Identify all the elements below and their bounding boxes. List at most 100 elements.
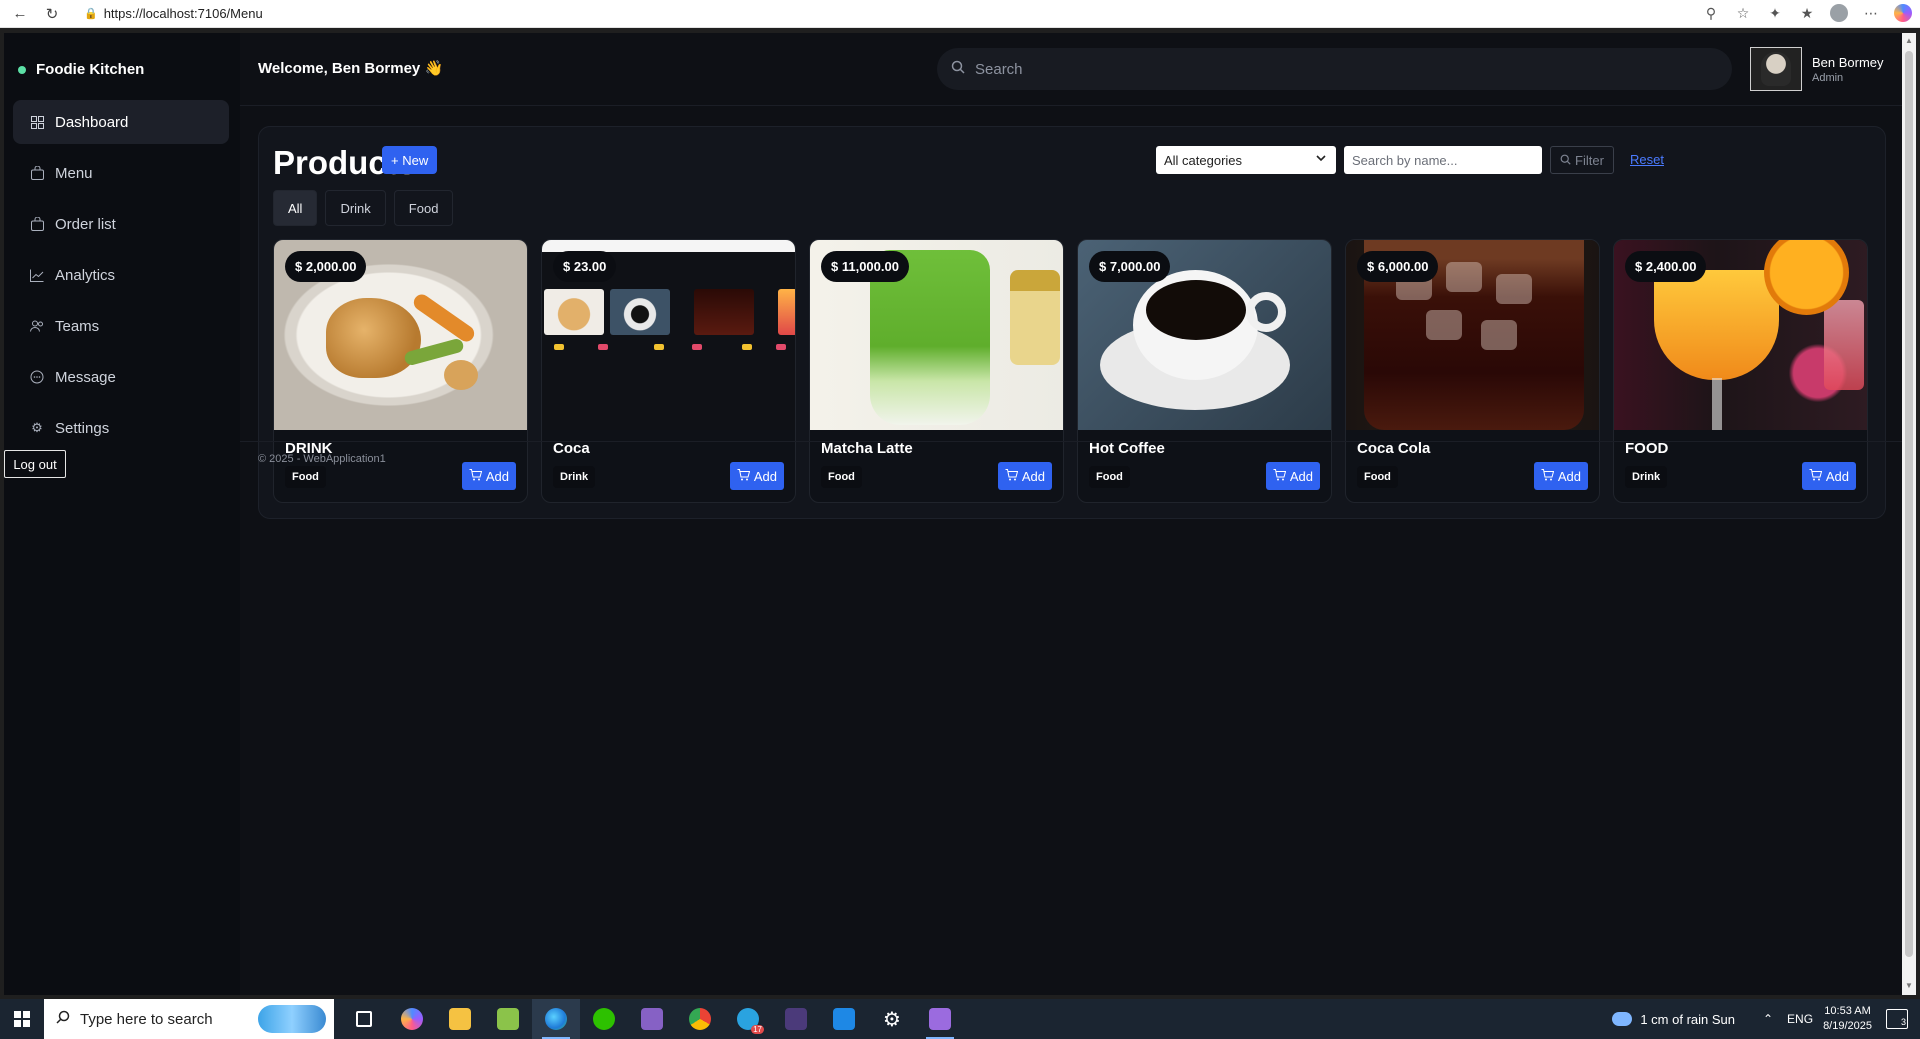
- name-search-input[interactable]: [1344, 146, 1542, 174]
- sidebar-item-label: Analytics: [55, 266, 116, 284]
- price-badge: $ 23.00: [553, 251, 617, 282]
- weather-text: 1 cm of rain Sun: [1640, 1011, 1735, 1027]
- search-icon: [951, 60, 965, 78]
- edge-browser-icon[interactable]: [532, 999, 580, 1039]
- user-role: Admin: [1812, 71, 1844, 84]
- sidebar-item-menu[interactable]: Menu: [13, 151, 229, 195]
- product-card[interactable]: $ 11,000.00 Matcha Latte Food Add: [809, 239, 1064, 503]
- notification-count: 3: [1900, 1017, 1906, 1027]
- sidebar-item-label: Teams: [55, 317, 100, 335]
- tray-chevron-icon[interactable]: ⌃: [1763, 1012, 1773, 1026]
- sidebar-item-message[interactable]: Message: [13, 355, 229, 399]
- terminal-icon[interactable]: [772, 999, 820, 1039]
- weather-widget[interactable]: 1 cm of rain Sun: [1612, 1012, 1735, 1027]
- product-card[interactable]: $ 23.00 Coca Drink Add: [541, 239, 796, 503]
- brand[interactable]: Foodie Kitchen: [18, 61, 144, 78]
- category-select-value: All categories: [1164, 152, 1243, 168]
- profile-icon[interactable]: [1828, 2, 1850, 24]
- system-tray: 1 cm of rain Sun ⌃ ENG 10:53 AM 8/19/202…: [1612, 999, 1920, 1039]
- scrollbar-thumb[interactable]: [1905, 51, 1913, 957]
- sidebar: Foodie Kitchen Dashboard Menu Order list: [4, 33, 240, 995]
- add-to-cart-button[interactable]: Add: [461, 462, 516, 490]
- task-view-icon[interactable]: [340, 999, 388, 1039]
- product-image: $ 2,400.00: [1614, 240, 1867, 430]
- filter-button[interactable]: Filter: [1550, 146, 1614, 174]
- sidebar-item-settings[interactable]: ⚙ Settings: [13, 406, 229, 450]
- app-window-icon[interactable]: [820, 999, 868, 1039]
- reset-link[interactable]: Reset: [1630, 152, 1664, 167]
- cart-icon: [1809, 468, 1823, 484]
- category-select[interactable]: All categories: [1156, 146, 1336, 174]
- visual-studio-icon[interactable]: [628, 999, 676, 1039]
- settings-app-icon[interactable]: ⚙: [868, 999, 916, 1039]
- taskbar-search[interactable]: Type here to search: [44, 999, 334, 1039]
- address-bar[interactable]: 🔒 https://localhost:7106/Menu: [76, 3, 271, 25]
- brand-name: Foodie Kitchen: [36, 61, 145, 78]
- cart-icon: [737, 468, 751, 484]
- search-icon: [56, 1010, 70, 1028]
- tab-food[interactable]: Food: [393, 190, 454, 226]
- wechat-icon[interactable]: [580, 999, 628, 1039]
- welcome-text: Welcome, Ben Bormey 👋: [258, 60, 444, 77]
- search-icon: [1560, 153, 1571, 168]
- avatar[interactable]: [1750, 47, 1802, 91]
- favorite-star-icon[interactable]: ☆: [1732, 2, 1754, 24]
- product-grid: $ 2,000.00 DRINK Food Add $ 23.00 Coca D…: [273, 239, 1868, 503]
- sidebar-item-analytics[interactable]: Analytics: [13, 253, 229, 297]
- new-product-button[interactable]: + New: [382, 146, 438, 174]
- language-indicator[interactable]: ENG: [1787, 1012, 1813, 1026]
- product-card[interactable]: $ 2,400.00 FOOD Drink Add: [1613, 239, 1868, 503]
- cart-icon: [1273, 468, 1287, 484]
- clock[interactable]: 10:53 AM 8/19/2025: [1823, 1004, 1872, 1034]
- clock-date: 8/19/2025: [1823, 1020, 1872, 1032]
- product-name: Matcha Latte: [821, 440, 913, 457]
- add-to-cart-button[interactable]: Add: [1265, 462, 1320, 490]
- extensions-icon[interactable]: ✦: [1764, 2, 1786, 24]
- add-to-cart-button[interactable]: Add: [1533, 462, 1588, 490]
- logout-button[interactable]: Log out: [4, 450, 66, 478]
- sidebar-item-label: Order list: [55, 215, 116, 233]
- telegram-icon[interactable]: 17: [724, 999, 772, 1039]
- url-text: https://localhost:7106/Menu: [103, 6, 263, 21]
- user-name: Ben Bormey: [1812, 54, 1884, 70]
- tab-all[interactable]: All: [273, 190, 318, 226]
- notification-icon[interactable]: 3: [1886, 1009, 1908, 1029]
- scroll-down-icon[interactable]: ▼: [1905, 981, 1913, 991]
- image-editor-icon[interactable]: [484, 999, 532, 1039]
- product-image: $ 23.00: [542, 240, 795, 430]
- sidebar-item-order-list[interactable]: Order list: [13, 202, 229, 246]
- category-badge: Food: [821, 466, 862, 488]
- windows-start-icon[interactable]: [0, 999, 44, 1039]
- tab-drink[interactable]: Drink: [325, 190, 386, 226]
- cart-icon: [1005, 468, 1019, 484]
- add-to-cart-button[interactable]: Add: [729, 462, 784, 490]
- chrome-icon[interactable]: [676, 999, 724, 1039]
- add-to-cart-button[interactable]: Add: [997, 462, 1052, 490]
- copilot-app-icon[interactable]: [388, 999, 436, 1039]
- sidebar-item-dashboard[interactable]: Dashboard: [13, 100, 229, 144]
- back-icon[interactable]: ←: [8, 2, 32, 26]
- product-image: $ 7,000.00: [1078, 240, 1331, 430]
- global-search[interactable]: [937, 48, 1732, 90]
- favorites-icon[interactable]: ★: [1796, 2, 1818, 24]
- scroll-up-icon[interactable]: ▲: [1905, 36, 1913, 46]
- zoom-icon[interactable]: ⚲: [1700, 2, 1722, 24]
- price-badge: $ 7,000.00: [1089, 251, 1171, 282]
- page-scrollbar[interactable]: ▲ ▼: [1902, 33, 1916, 995]
- cart-icon: [469, 468, 483, 484]
- copilot-icon[interactable]: [1892, 2, 1914, 24]
- visual-studio-2-icon[interactable]: [916, 999, 964, 1039]
- price-badge: $ 6,000.00: [1357, 251, 1439, 282]
- product-card[interactable]: $ 7,000.00 Hot Coffee Food Add: [1077, 239, 1332, 503]
- footer-divider: [240, 441, 1902, 442]
- product-card[interactable]: $ 6,000.00 Coca Cola Food Add: [1345, 239, 1600, 503]
- app-viewport: Foodie Kitchen Dashboard Menu Order list: [4, 33, 1902, 995]
- add-to-cart-button[interactable]: Add: [1801, 462, 1856, 490]
- file-explorer-icon[interactable]: [436, 999, 484, 1039]
- sidebar-item-teams[interactable]: Teams: [13, 304, 229, 348]
- user-profile[interactable]: Ben Bormey Admin: [1750, 47, 1884, 91]
- global-search-input[interactable]: [975, 60, 1675, 78]
- more-options-icon[interactable]: ⋯: [1860, 2, 1882, 24]
- refresh-icon[interactable]: ↻: [40, 2, 64, 26]
- add-label: Add: [1825, 468, 1849, 484]
